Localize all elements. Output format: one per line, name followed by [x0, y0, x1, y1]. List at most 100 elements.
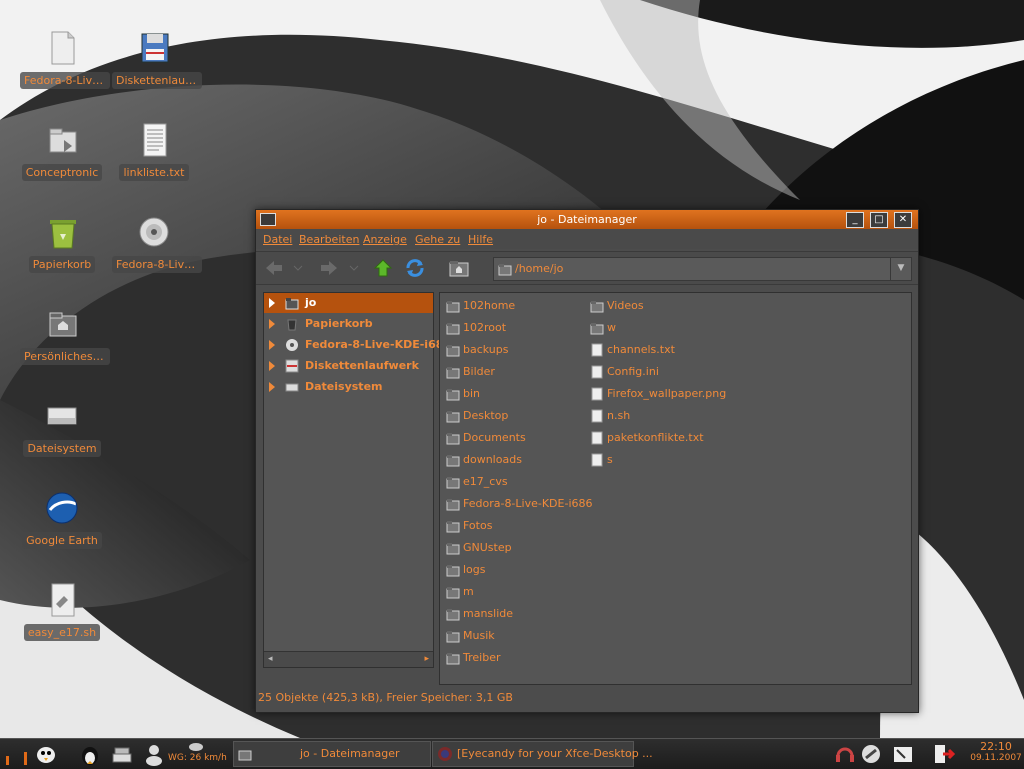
desktop-icon-filesystem[interactable]: Dateisystem [20, 396, 104, 460]
file-name: 102root [463, 321, 507, 334]
text-file-icon [143, 123, 167, 157]
desktop-icon-label: Dateisystem [23, 440, 101, 457]
clock[interactable]: 22:10 09.11.2007 [968, 739, 1024, 769]
file-name: bin [463, 387, 481, 400]
file-name: logs [463, 563, 486, 576]
side-pane: jo Papierkorb Fedora-8-Live-KDE-i686 Dis… [263, 292, 451, 668]
expand-arrow-icon[interactable] [269, 298, 275, 308]
minimize-button[interactable]: _ [846, 212, 864, 228]
file-icon [591, 387, 603, 401]
desktop-icon-linkliste[interactable]: linkliste.txt [112, 120, 196, 184]
penguin-bird-icon[interactable] [34, 742, 58, 766]
expand-arrow-icon[interactable] [269, 361, 275, 371]
up-arrow-icon[interactable] [372, 258, 394, 278]
forward-arrow-icon[interactable] [318, 258, 340, 278]
weather-text: WG: 26 km/h [168, 753, 227, 763]
menubar: Datei Bearbeiten Anzeige Gehe zu Hilfe [256, 229, 918, 249]
network-share-icon [49, 128, 77, 153]
back-arrow-icon[interactable] [263, 258, 285, 278]
desktop-icon-conceptronic[interactable]: Conceptronic [20, 120, 104, 184]
clock-time: 22:10 [980, 740, 1012, 753]
menu-anzeige[interactable]: Anzeige [363, 233, 407, 246]
close-button[interactable]: ✕ [894, 212, 912, 228]
folder-icon [446, 631, 460, 643]
sidebar-item-label: Dateisystem [305, 380, 383, 393]
desktop-icon-trash[interactable]: Papierkorb [20, 212, 104, 276]
task-file-manager[interactable]: jo - Dateimanager [233, 741, 431, 767]
menu-hilfe[interactable]: Hilfe [468, 233, 493, 246]
file-icon [591, 453, 603, 467]
expand-arrow-icon[interactable] [269, 340, 275, 350]
folder-icon [446, 565, 460, 577]
sidebar-item-fedora-cd[interactable]: Fedora-8-Live-KDE-i686 [264, 335, 451, 355]
logout-icon[interactable] [931, 742, 955, 766]
file-name: Videos [607, 299, 644, 312]
desktop-icon-easy-e17[interactable]: easy_e17.sh [20, 580, 104, 644]
location-bar[interactable]: /home/jo ▼ [493, 257, 912, 281]
desktop-icon-label: Conceptronic [21, 164, 103, 181]
location-dropdown-icon[interactable]: ▼ [890, 258, 911, 280]
file-name: w [607, 321, 616, 334]
menu-bearbeiten[interactable]: Bearbeiten [299, 233, 359, 246]
file-icon [591, 365, 603, 379]
desktop-icon-label: Google Earth [22, 532, 102, 549]
file-icon [591, 343, 603, 357]
network-icon[interactable] [859, 742, 883, 766]
cdrom-icon [139, 217, 169, 247]
window-titlebar[interactable]: jo - Dateimanager _ □ ✕ [256, 210, 918, 229]
cpu-graph-icon [6, 752, 27, 765]
menu-gehe-zu[interactable]: Gehe zu [415, 233, 460, 246]
desktop-icon-fedora-file[interactable]: Fedora-8-Live... [20, 28, 110, 92]
desktop-icon-label: Fedora-8-Live... [112, 256, 202, 273]
file-name: Firefox_wallpaper.png [607, 387, 727, 400]
file-name: manslide [463, 607, 514, 620]
file-name: Treiber [463, 651, 501, 664]
file-name: Fotos [463, 519, 493, 532]
folder-icon [446, 323, 460, 335]
headphones-icon[interactable] [833, 742, 857, 766]
sidebar-item-jo[interactable]: jo [264, 293, 433, 313]
sidebar-item-dateisystem[interactable]: Dateisystem [264, 377, 433, 397]
file-name: paketkonflikte.txt [607, 431, 704, 444]
folder-icon [446, 543, 460, 555]
scroll-left-icon[interactable]: ◂ [268, 654, 273, 664]
desktop-icon-home[interactable]: Persönliches ... [20, 304, 110, 368]
file-name: backups [463, 343, 509, 356]
package-manager-icon[interactable] [110, 742, 134, 766]
task-label: [Eyecandy for your Xfce-Desktop ... [457, 747, 653, 760]
back-history-chevron-icon[interactable] [292, 258, 304, 278]
desktop-icon-google-earth[interactable]: Google Earth [20, 488, 104, 552]
location-path[interactable]: /home/jo [515, 262, 563, 275]
status-bar: 25 Objekte (425,3 kB), Freier Speicher: … [258, 691, 513, 704]
reload-icon[interactable] [404, 258, 426, 278]
sidebar-item-diskettenlaufwerk[interactable]: Diskettenlaufwerk [264, 356, 433, 376]
expand-arrow-icon[interactable] [269, 319, 275, 329]
home-folder-icon[interactable] [448, 258, 470, 278]
scroll-right-icon[interactable]: ▸ [424, 654, 429, 664]
desktop-icon-fedora-cd[interactable]: Fedora-8-Live... [112, 212, 202, 276]
sidebar-item-papierkorb[interactable]: Papierkorb [264, 314, 433, 334]
screenshot-icon[interactable] [891, 742, 915, 766]
task-firefox[interactable]: [Eyecandy for your Xfce-Desktop ... [432, 741, 653, 767]
folder-icon [446, 301, 460, 313]
file-list-pane: 102home 102root backups Bilder bin Desktop Doc… [439, 292, 912, 685]
file-name: s [607, 453, 613, 466]
harddisk-icon [47, 407, 77, 425]
expand-arrow-icon[interactable] [269, 382, 275, 392]
sidebar-item-label: Fedora-8-Live-KDE-i686 [305, 338, 452, 351]
sidebar-horizontal-scrollbar[interactable]: ◂ ▸ [264, 651, 433, 667]
folder-icon [446, 587, 460, 599]
maximize-button[interactable]: □ [870, 212, 888, 228]
desktop-icon-label: Papierkorb [28, 256, 96, 273]
script-icon [51, 583, 75, 617]
folder-icon [446, 367, 460, 379]
forward-history-chevron-icon[interactable] [348, 258, 360, 278]
user-icon[interactable] [142, 742, 166, 766]
desktop-icon-floppy[interactable]: Diskettenlauf... [112, 28, 202, 92]
menu-datei[interactable]: Datei [263, 233, 292, 246]
cdrom-icon [286, 339, 298, 351]
tux-icon[interactable] [78, 742, 102, 766]
home-folder-icon [285, 298, 299, 310]
folder-icon [446, 653, 460, 665]
folder-icon [446, 389, 460, 401]
